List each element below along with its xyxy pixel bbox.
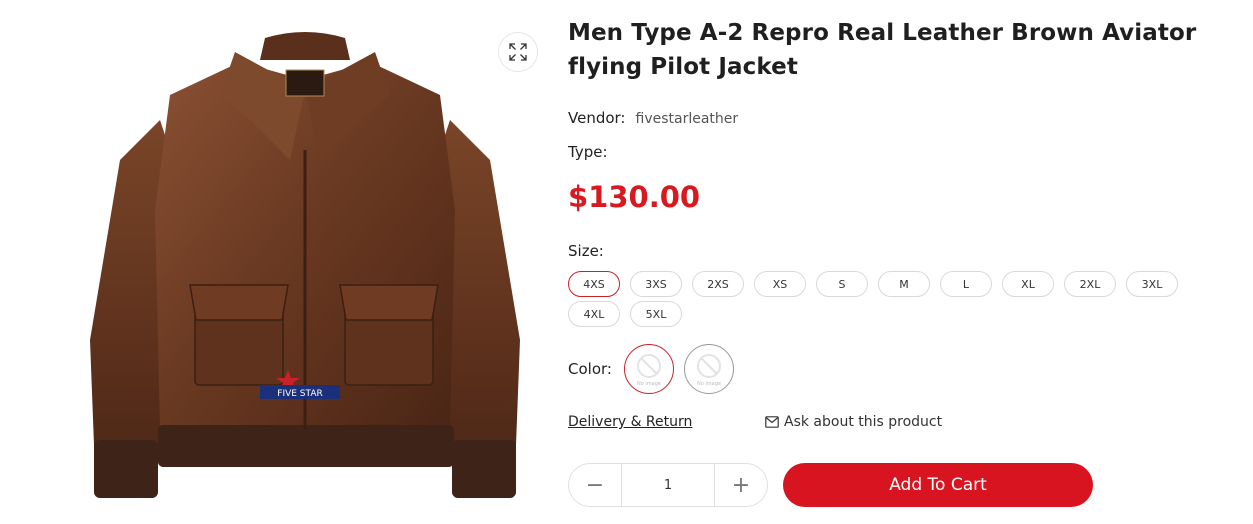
size-option-l[interactable]: L: [940, 271, 992, 297]
product-price: $130.00: [568, 180, 701, 214]
type-label: Type:: [568, 143, 608, 161]
product-gallery: FIVE STAR: [60, 0, 550, 524]
vendor-row: Vendor: fivestarleather: [568, 109, 738, 127]
color-swatch-2[interactable]: No image: [684, 344, 734, 394]
product-title: Men Type A-2 Repro Real Leather Brown Av…: [568, 20, 1197, 80]
delivery-return-link[interactable]: Delivery & Return: [568, 414, 692, 430]
size-option-4xs[interactable]: 4XS: [568, 271, 620, 297]
svg-text:FIVE STAR: FIVE STAR: [277, 389, 322, 399]
size-option-5xl[interactable]: 5XL: [630, 301, 682, 327]
size-option-xl[interactable]: XL: [1002, 271, 1054, 297]
svg-text:No image: No image: [637, 381, 661, 387]
vendor-label: Vendor:: [568, 109, 626, 127]
color-swatches: No image No image: [624, 344, 734, 394]
envelope-icon: [765, 416, 779, 428]
product-image[interactable]: FIVE STAR: [60, 0, 550, 524]
svg-text:No image: No image: [697, 381, 721, 387]
size-option-4xl[interactable]: 4XL: [568, 301, 620, 327]
size-option-3xl[interactable]: 3XL: [1126, 271, 1178, 297]
size-option-s[interactable]: S: [816, 271, 868, 297]
size-option-2xl[interactable]: 2XL: [1064, 271, 1116, 297]
expand-icon: [509, 43, 527, 61]
size-option-m[interactable]: M: [878, 271, 930, 297]
no-image-icon: No image: [637, 354, 661, 387]
quantity-input[interactable]: [621, 464, 715, 506]
size-option-3xs[interactable]: 3XS: [630, 271, 682, 297]
ask-label: Ask about this product: [784, 414, 943, 430]
size-option-xs[interactable]: XS: [754, 271, 806, 297]
product-info: Men Type A-2 Repro Real Leather Brown Av…: [568, 0, 1238, 524]
add-to-cart-button[interactable]: Add To Cart: [783, 463, 1093, 507]
zoom-button[interactable]: [498, 32, 538, 72]
size-options: 4XS 3XS 2XS XS S M L XL 2XL 3XL 4XL 5XL: [568, 271, 1228, 327]
size-option-2xs[interactable]: 2XS: [692, 271, 744, 297]
quantity-stepper: − +: [568, 463, 768, 507]
color-swatch-1[interactable]: No image: [624, 344, 674, 394]
decrease-quantity-button[interactable]: −: [569, 464, 621, 506]
color-label: Color:: [568, 360, 612, 378]
increase-quantity-button[interactable]: +: [715, 464, 767, 506]
vendor-link[interactable]: fivestarleather: [636, 111, 739, 127]
ask-about-product-link[interactable]: Ask about this product: [765, 414, 942, 430]
size-label: Size:: [568, 242, 604, 260]
no-image-icon: No image: [697, 354, 721, 387]
